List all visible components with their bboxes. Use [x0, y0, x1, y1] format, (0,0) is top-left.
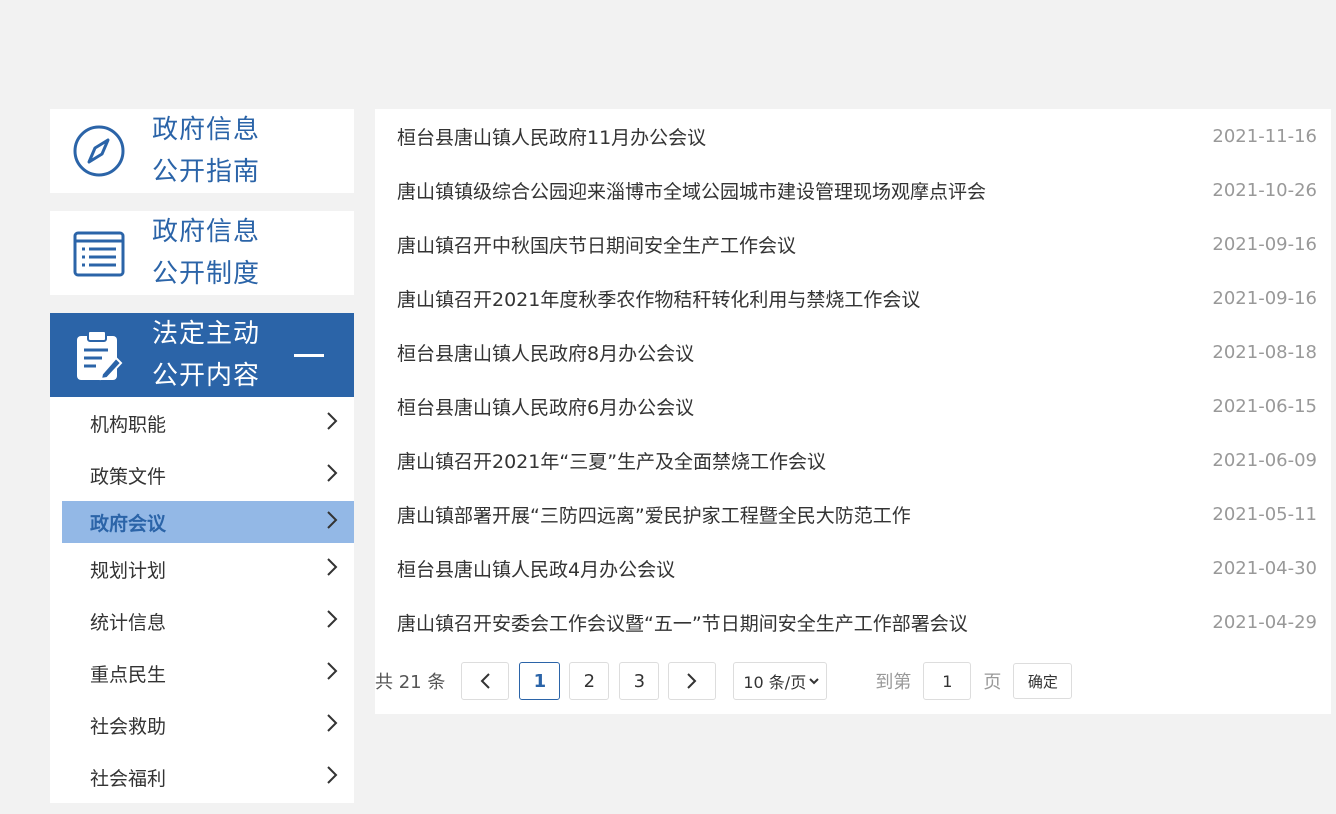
guide-card-line1: 政府信息 — [152, 115, 261, 145]
goto-label: 到第 — [875, 672, 912, 693]
page-button-3[interactable]: 3 — [619, 662, 660, 700]
goto-suffix: 页 — [983, 672, 1002, 693]
chevron-right-icon — [326, 609, 338, 634]
page-button-1[interactable]: 1 — [519, 662, 561, 700]
page-size-value: 10 条/页 — [743, 673, 807, 692]
sidebar-item-org-functions[interactable]: 机构职能 — [62, 397, 354, 449]
list-item[interactable]: 唐山镇召开2021年度秋季农作物秸秆转化利用与禁烧工作会议 2021-09-16 — [375, 271, 1331, 325]
sidebar-item-social-welfare[interactable]: 社会福利 — [62, 751, 354, 803]
sidebar-item-planning[interactable]: 规划计划 — [62, 543, 354, 595]
list-item-title[interactable]: 唐山镇召开2021年“三夏”生产及全面禁烧工作会议 — [397, 447, 826, 474]
page-number: 1 — [533, 670, 547, 692]
page-size-select[interactable]: 10 条/页 — [733, 662, 828, 700]
list-item-date: 2021-09-16 — [1212, 233, 1317, 255]
guide-card-title: 政府信息 公开指南 — [152, 109, 260, 193]
page-button-2[interactable]: 2 — [569, 662, 610, 700]
page-number: 3 — [633, 670, 646, 692]
goto-page-input[interactable]: 1 — [923, 662, 972, 700]
sidebar-item-label: 规划计划 — [90, 559, 167, 582]
list-item-date: 2021-09-16 — [1212, 287, 1317, 309]
system-card[interactable]: 政府信息 公开制度 — [50, 211, 354, 295]
list-item[interactable]: 桓台县唐山镇人民政府8月办公会议 2021-08-18 — [375, 325, 1331, 379]
total-count: 共 21 条 — [375, 672, 446, 693]
list-item[interactable]: 桓台县唐山镇人民政府11月办公会议 2021-11-16 — [375, 109, 1331, 163]
list-item-title[interactable]: 桓台县唐山镇人民政府6月办公会议 — [397, 393, 694, 420]
pagination: 共 21 条 1 2 3 10 条/页 到第 1 页 确定 — [375, 661, 1073, 701]
system-card-line2: 公开制度 — [152, 259, 261, 289]
list-item[interactable]: 唐山镇召开中秋国庆节日期间安全生产工作会议 2021-09-16 — [375, 217, 1331, 271]
list-item-title[interactable]: 唐山镇部署开展“三防四远离”爱民护家工程暨全民大防范工作 — [397, 501, 911, 528]
chevron-right-icon — [326, 713, 338, 738]
confirm-label: 确定 — [1027, 672, 1058, 691]
sidebar-item-label: 政策文件 — [90, 465, 167, 488]
list-item-title[interactable]: 唐山镇召开2021年度秋季农作物秸秆转化利用与禁烧工作会议 — [397, 285, 920, 312]
sidebar-item-social-assistance[interactable]: 社会救助 — [62, 699, 354, 751]
minus-icon[interactable] — [294, 354, 324, 357]
document-list-icon — [72, 226, 126, 280]
list-item-title[interactable]: 桓台县唐山镇人民政府8月办公会议 — [397, 339, 694, 366]
sidebar-item-policy-docs[interactable]: 政策文件 — [62, 449, 354, 501]
list-item[interactable]: 唐山镇召开安委会工作会议暨“五一”节日期间安全生产工作部署会议 2021-04-2… — [375, 595, 1331, 649]
sidebar-item-label: 统计信息 — [90, 611, 167, 634]
list-item[interactable]: 唐山镇召开2021年“三夏”生产及全面禁烧工作会议 2021-06-09 — [375, 433, 1331, 487]
chevron-left-icon — [480, 673, 491, 689]
list-item-date: 2021-06-09 — [1212, 449, 1317, 471]
list-item-title[interactable]: 唐山镇召开中秋国庆节日期间安全生产工作会议 — [397, 231, 796, 258]
sidebar-item-label: 机构职能 — [90, 413, 167, 436]
list-item-date: 2021-06-15 — [1212, 395, 1317, 417]
list-item[interactable]: 唐山镇部署开展“三防四远离”爱民护家工程暨全民大防范工作 2021-05-11 — [375, 487, 1331, 541]
list-item-date: 2021-10-26 — [1212, 179, 1317, 201]
list-item-title[interactable]: 唐山镇镇级综合公园迎来淄博市全域公园城市建设管理现场观摩点评会 — [397, 177, 986, 204]
sidebar-item-label: 政府会议 — [90, 512, 167, 535]
sidebar-item-label: 社会福利 — [90, 767, 167, 790]
sidebar-item-gov-meetings[interactable]: 政府会议 — [62, 501, 354, 543]
sidebar-item-statistics[interactable]: 统计信息 — [62, 595, 354, 647]
sidebar-item-livelihood[interactable]: 重点民生 — [62, 647, 354, 699]
list-item-date: 2021-04-29 — [1212, 611, 1317, 633]
statutory-content-card[interactable]: 法定主动 公开内容 — [50, 313, 354, 397]
page-number: 2 — [583, 670, 596, 692]
list-item-title[interactable]: 桓台县唐山镇人民政府11月办公会议 — [397, 123, 706, 150]
prev-page-button[interactable] — [461, 662, 510, 700]
sidebar: 政府信息 公开指南 政府信息 公开制度 法定主动 公开内容 机构职能 政策文件 … — [50, 109, 354, 803]
clipboard-edit-icon — [72, 328, 126, 382]
statutory-content-line2: 公开内容 — [152, 361, 261, 391]
confirm-button[interactable]: 确定 — [1013, 663, 1073, 699]
list-item-date: 2021-08-18 — [1212, 341, 1317, 363]
sidebar-item-label: 重点民生 — [90, 663, 167, 686]
goto-page-value: 1 — [942, 671, 953, 691]
chevron-right-icon — [687, 673, 697, 689]
sidebar-menu: 机构职能 政策文件 政府会议 规划计划 统计信息 重点民生 社会救助 社会福利 — [50, 397, 354, 803]
list-item-title[interactable]: 桓台县唐山镇人民政4月办公会议 — [397, 555, 675, 582]
compass-icon — [72, 124, 126, 178]
statutory-content-line1: 法定主动 — [152, 319, 261, 349]
list-item-date: 2021-11-16 — [1212, 125, 1317, 147]
next-page-button[interactable] — [668, 662, 717, 700]
guide-card-line2: 公开指南 — [152, 157, 261, 187]
list-item[interactable]: 唐山镇镇级综合公园迎来淄博市全域公园城市建设管理现场观摩点评会 2021-10-2… — [375, 163, 1331, 217]
chevron-right-icon — [326, 661, 338, 686]
list-item[interactable]: 桓台县唐山镇人民政府6月办公会议 2021-06-15 — [375, 379, 1331, 433]
article-list-panel: 桓台县唐山镇人民政府11月办公会议 2021-11-16 唐山镇镇级综合公园迎来淄… — [375, 109, 1331, 714]
statutory-content-title: 法定主动 公开内容 — [152, 313, 260, 397]
system-card-title: 政府信息 公开制度 — [152, 211, 260, 295]
chevron-right-icon — [326, 510, 338, 535]
list-item[interactable]: 桓台县唐山镇人民政4月办公会议 2021-04-30 — [375, 541, 1331, 595]
list-item-title[interactable]: 唐山镇召开安委会工作会议暨“五一”节日期间安全生产工作部署会议 — [397, 609, 968, 636]
chevron-right-icon — [326, 463, 338, 488]
chevron-down-icon — [809, 678, 820, 685]
list-item-date: 2021-05-11 — [1212, 503, 1317, 525]
chevron-right-icon — [326, 557, 338, 582]
list-item-date: 2021-04-30 — [1212, 557, 1317, 579]
chevron-right-icon — [326, 411, 338, 436]
system-card-line1: 政府信息 — [152, 217, 261, 247]
chevron-right-icon — [326, 765, 338, 790]
guide-card[interactable]: 政府信息 公开指南 — [50, 109, 354, 193]
sidebar-item-label: 社会救助 — [90, 715, 167, 738]
